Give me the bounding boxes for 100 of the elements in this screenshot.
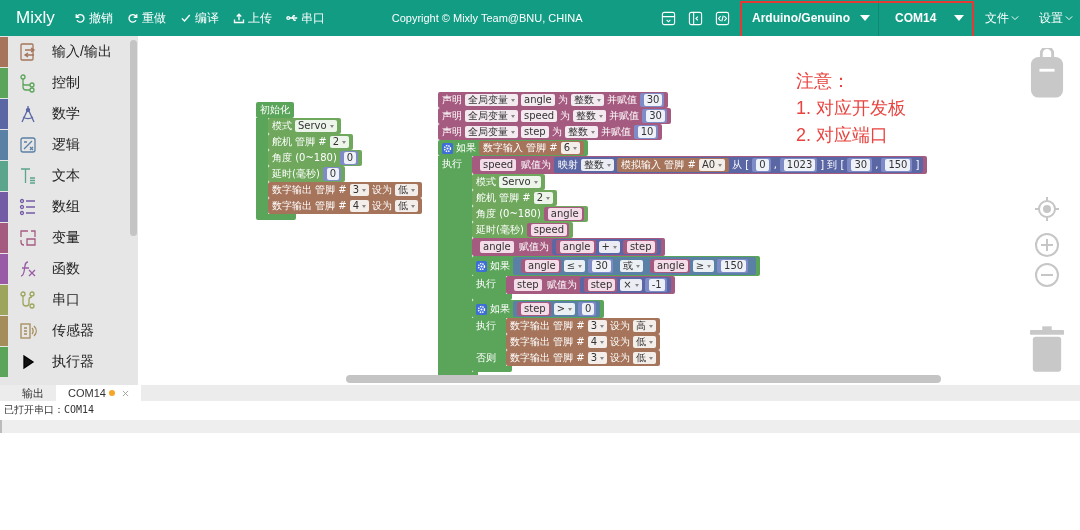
- dropdown-field[interactable]: Servo: [295, 120, 337, 132]
- dropdown-field[interactable]: 3: [587, 352, 608, 364]
- code-block[interactable]: step 赋值为 step × -1: [506, 276, 675, 294]
- dropdown-field[interactable]: 6: [560, 142, 581, 154]
- category-label[interactable]: 文本: [52, 166, 80, 185]
- number-field[interactable]: 1023: [783, 159, 816, 171]
- code-block[interactable]: 数字输出 管脚 # 4 设为 低: [268, 198, 423, 214]
- category-label[interactable]: 执行器: [52, 352, 94, 371]
- console-input[interactable]: [0, 420, 1080, 433]
- zoom-out-icon[interactable]: [1034, 262, 1060, 288]
- variable-block[interactable]: step: [583, 278, 618, 292]
- category-label[interactable]: 数组: [52, 197, 80, 216]
- number-field[interactable]: 0: [582, 303, 595, 315]
- number-field[interactable]: 150: [721, 260, 747, 272]
- number-block[interactable]: 30: [847, 158, 873, 172]
- number-field[interactable]: 30: [643, 94, 663, 106]
- variable-field[interactable]: angle: [480, 241, 514, 253]
- dropdown-field[interactable]: 3: [587, 320, 608, 332]
- dropdown-field[interactable]: 4: [587, 336, 608, 348]
- dropdown-field[interactable]: 整数: [573, 110, 607, 122]
- text-field[interactable]: speed: [521, 110, 558, 122]
- dropdown-field[interactable]: 3: [349, 184, 370, 196]
- gear-icon[interactable]: [442, 143, 453, 154]
- category-label[interactable]: 数学: [52, 104, 80, 123]
- variable-field[interactable]: angle: [547, 208, 582, 220]
- variable-field[interactable]: step: [626, 241, 655, 253]
- variable-field[interactable]: angle: [559, 241, 594, 253]
- category-label[interactable]: 控制: [52, 73, 80, 92]
- code-block[interactable]: 如果 step > 0 执行 数字输出 管脚 # 3 设为 高 数字输出 管脚 # 4 设为 低 否则 数字输出 管脚 # 3 设为 低: [472, 300, 661, 372]
- dropdown-field[interactable]: 整数: [570, 94, 604, 106]
- code-block[interactable]: 数字输出 管脚 # 3 设为 高: [506, 318, 661, 334]
- number-field[interactable]: 0: [326, 168, 340, 180]
- sidebar-toggle-icon[interactable]: [688, 10, 703, 26]
- number-field[interactable]: -1: [648, 279, 665, 291]
- center-icon[interactable]: [1034, 196, 1060, 222]
- value-block[interactable]: 数字输入 管脚 # 6: [479, 141, 585, 155]
- code-block[interactable]: 数字输出 管脚 # 3 设为 低: [506, 350, 661, 366]
- dropdown-field[interactable]: 整数: [564, 126, 598, 138]
- code-block[interactable]: 声明 全局变量 step 为 整数 并赋值 10: [438, 124, 663, 140]
- variable-field[interactable]: step: [521, 303, 549, 315]
- dropdown-field[interactable]: 4: [349, 200, 370, 212]
- number-block[interactable]: 0: [339, 151, 359, 165]
- variable-field[interactable]: step: [514, 279, 542, 291]
- dropdown-field[interactable]: ≤: [563, 260, 586, 272]
- code-block[interactable]: speed 赋值为 映射 整数 模拟输入 管脚 # A0 从 [ 0 , 1023 ] 到 [ 30 , 150 ]: [472, 156, 928, 174]
- output-tab[interactable]: COM14: [56, 385, 141, 401]
- number-block[interactable]: 0: [578, 302, 597, 316]
- number-field[interactable]: 30: [646, 110, 665, 122]
- dropdown-field[interactable]: 全局变量: [465, 110, 518, 122]
- dropdown-field[interactable]: 低: [395, 184, 419, 196]
- dropdown-field[interactable]: 或: [619, 260, 643, 272]
- code-icon[interactable]: [715, 10, 730, 26]
- value-block[interactable]: angle + step: [551, 239, 661, 255]
- variable-block[interactable]: step: [517, 302, 551, 316]
- gear-icon[interactable]: [476, 304, 487, 315]
- number-block[interactable]: 1023: [779, 158, 818, 172]
- variable-field[interactable]: speed: [530, 224, 568, 236]
- number-block[interactable]: 150: [717, 259, 749, 273]
- category-label[interactable]: 变量: [52, 228, 80, 247]
- code-block[interactable]: 声明 全局变量 speed 为 整数 并赋值 30: [438, 108, 671, 124]
- number-block[interactable]: 30: [642, 109, 667, 123]
- dropdown-field[interactable]: 全局变量: [465, 126, 518, 138]
- dropdown-field[interactable]: 2: [533, 192, 554, 204]
- dropdown-field[interactable]: >: [553, 303, 576, 315]
- number-field[interactable]: 150: [885, 159, 911, 171]
- dropdown-field[interactable]: ×: [620, 279, 642, 291]
- number-block[interactable]: 0: [752, 158, 771, 172]
- dropdown-field[interactable]: Servo: [499, 176, 541, 188]
- gear-icon[interactable]: [476, 261, 487, 272]
- variable-field[interactable]: angle: [653, 260, 688, 272]
- dropdown-field[interactable]: 低: [633, 352, 657, 364]
- category-label[interactable]: 串口: [52, 290, 80, 309]
- dropdown-field[interactable]: 2: [329, 136, 350, 148]
- number-block[interactable]: -1: [644, 278, 667, 292]
- text-field[interactable]: angle: [521, 94, 555, 106]
- variable-field[interactable]: step: [587, 279, 616, 291]
- number-field[interactable]: 30: [851, 159, 871, 171]
- number-block[interactable]: 30: [639, 93, 665, 107]
- variable-block[interactable]: speed: [526, 223, 570, 237]
- number-field[interactable]: 30: [592, 260, 611, 272]
- code-block[interactable]: angle 赋值为 angle + step: [472, 238, 665, 256]
- variable-field[interactable]: angle: [525, 260, 559, 272]
- dropdown-field[interactable]: +: [598, 241, 620, 253]
- category-label[interactable]: 函数: [52, 259, 80, 278]
- text-field[interactable]: step: [521, 126, 549, 138]
- dropdown-field[interactable]: A0: [698, 159, 726, 171]
- category-label[interactable]: 逻辑: [52, 135, 80, 154]
- close-icon[interactable]: [121, 389, 129, 397]
- code-block[interactable]: 如果 angle ≤ 30 或 angle ≥ 150 执行 step 赋值为 step × -1: [472, 256, 761, 300]
- number-block[interactable]: 0: [322, 167, 342, 181]
- variable-block[interactable]: angle: [543, 207, 584, 221]
- number-block[interactable]: 10: [633, 125, 659, 139]
- value-block[interactable]: 模拟输入 管脚 # A0: [617, 158, 730, 172]
- panel-icon[interactable]: [661, 10, 676, 26]
- scrollbar[interactable]: [346, 375, 941, 383]
- value-block[interactable]: angle ≤ 30 或 angle ≥ 150: [513, 257, 757, 275]
- output-tab[interactable]: 输出: [10, 385, 56, 401]
- value-block[interactable]: step > 0: [513, 301, 601, 317]
- number-field[interactable]: 0: [756, 159, 769, 171]
- value-block[interactable]: 映射 整数 模拟输入 管脚 # A0 从 [ 0 , 1023 ] 到 [ 30 , 150 ]: [554, 157, 924, 173]
